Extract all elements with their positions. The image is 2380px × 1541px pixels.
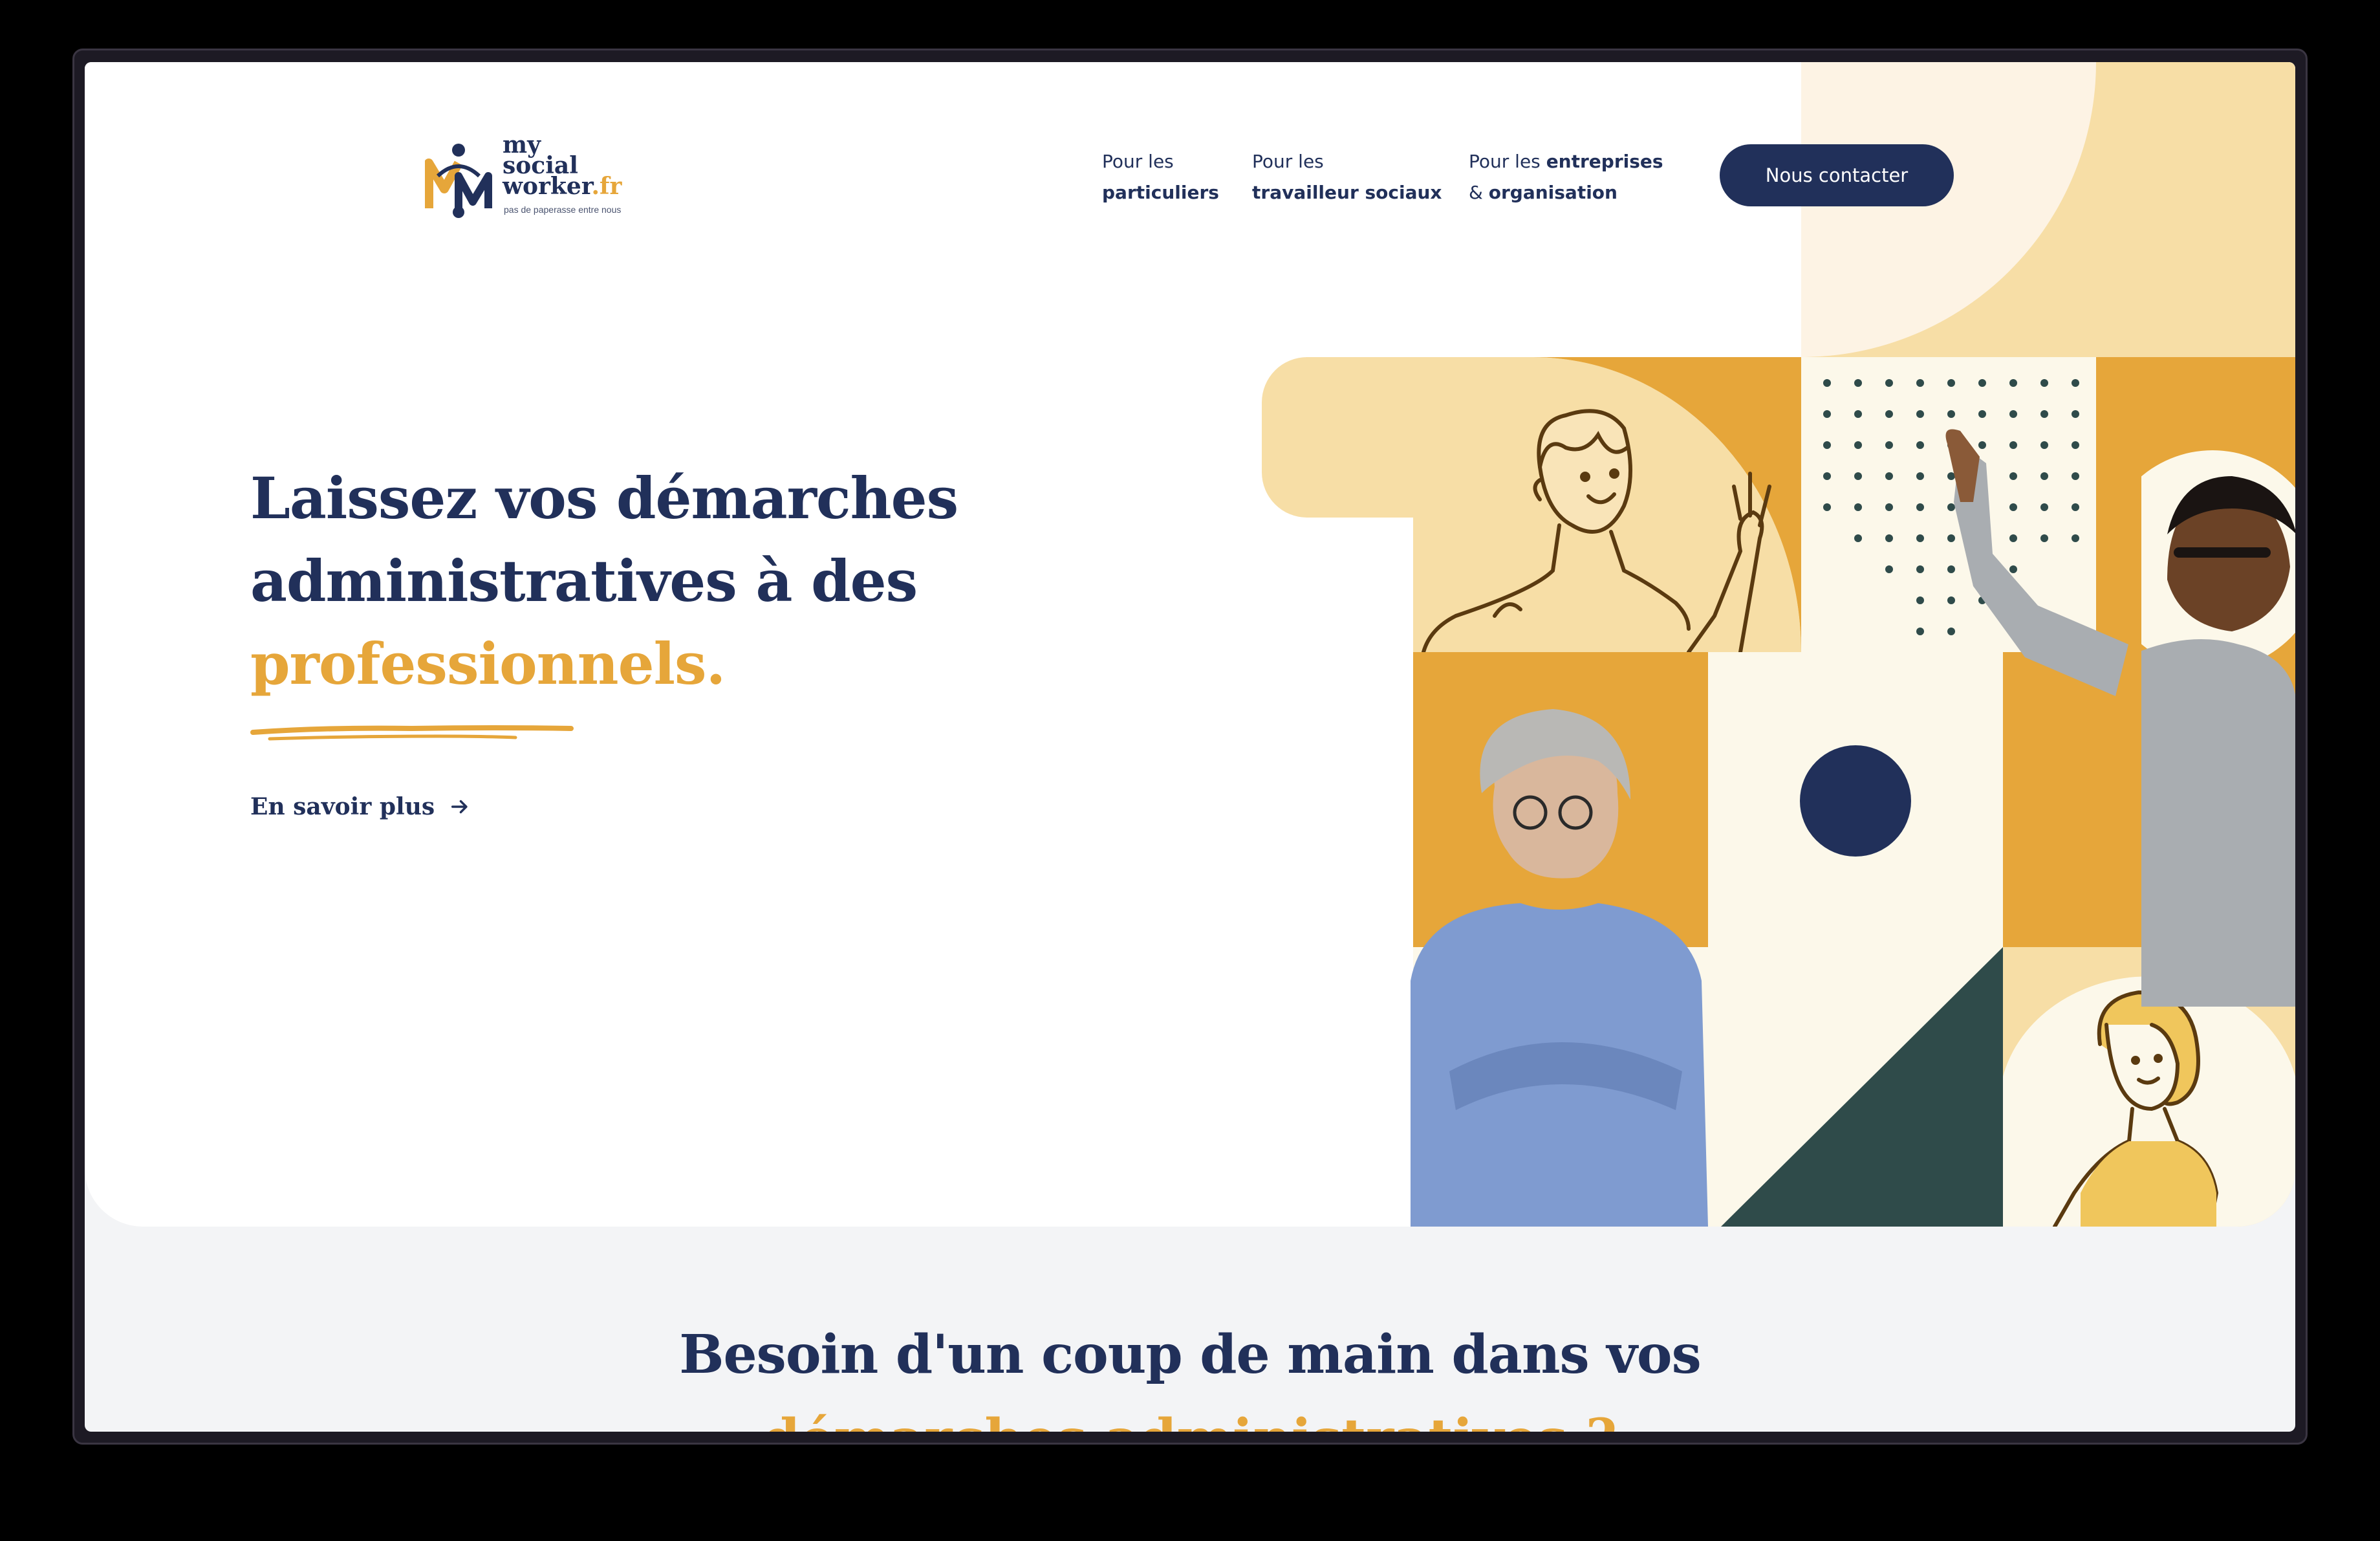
nav-particuliers-label: particuliers: [1102, 182, 1219, 203]
en-savoir-plus-link[interactable]: En savoir plus: [250, 793, 471, 820]
hero-headline-line-2: administratives à des: [250, 547, 918, 615]
hero-headline-line-1: Laissez vos démarches: [250, 464, 958, 532]
logo-line-3: worker.fr: [503, 173, 622, 200]
headline-underline-stroke: [250, 725, 574, 741]
section-subtitle: démarches administratives ?: [85, 1408, 2295, 1432]
nav-particuliers-prefix: Pour les: [1102, 151, 1174, 172]
nous-contacter-button[interactable]: Nous contacter: [1720, 144, 1954, 206]
nav-particuliers[interactable]: Pour les particuliers: [1102, 146, 1219, 208]
navy-circle: [1800, 745, 1911, 857]
hero-section: my social worker.fr pas de paperasse ent…: [85, 62, 2295, 1227]
site-logo[interactable]: my social worker.fr pas de paperasse ent…: [425, 133, 645, 219]
hero-headline-accent: professionnels.: [250, 630, 726, 697]
hero-illustration-mosaic: [1262, 62, 2295, 1227]
man-sketch-illustration: [1262, 357, 1801, 652]
mosaic-tile-top-cream: [1801, 62, 2295, 357]
hero-headline: Laissez vos démarches administratives à …: [250, 457, 1091, 705]
teal-triangle-shape: [1721, 947, 2003, 1227]
mosaic-tile-triangle: [1708, 947, 2003, 1227]
arrow-right-icon: [451, 800, 468, 814]
page-viewport: my social worker.fr pas de paperasse ent…: [85, 62, 2295, 1432]
raised-arm-figure: [1945, 429, 2128, 696]
mosaic-quarter-circle: [1801, 62, 2096, 357]
logo-mark-icon: [425, 144, 492, 218]
mosaic-tile-man-sketch: [1262, 357, 1801, 652]
logo-wordmark: my social worker.fr: [503, 133, 622, 200]
woman-photo-figure: [1411, 709, 1708, 1227]
logo-line-3-text: worker: [503, 173, 592, 200]
logo-tagline: pas de paperasse entre nous: [504, 204, 622, 215]
section-title: Besoin d'un coup de main dans vos: [679, 1324, 1702, 1386]
logo-tld: .fr: [591, 173, 622, 200]
en-savoir-plus-label: En savoir plus: [250, 793, 435, 820]
